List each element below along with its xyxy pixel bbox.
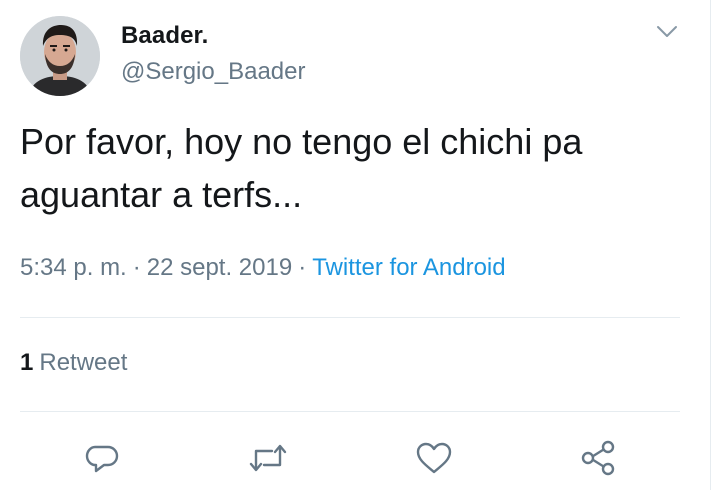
meta-separator: ·	[132, 254, 141, 281]
meta-separator: ·	[298, 254, 307, 281]
retweet-stats[interactable]: 1 Retweet	[20, 349, 127, 377]
reply-button[interactable]	[82, 438, 122, 478]
divider	[20, 317, 680, 318]
share-icon	[581, 440, 615, 476]
avatar[interactable]	[20, 16, 100, 96]
tweet-text-line: aguantar a terfs...	[20, 174, 303, 215]
user-handle[interactable]: @Sergio_Baader	[121, 58, 305, 86]
retweet-count: 1	[20, 349, 34, 376]
reply-icon	[85, 445, 119, 473]
share-button[interactable]	[578, 438, 618, 478]
divider	[20, 411, 680, 412]
tweet-card: Baader. @Sergio_Baader Por favor, hoy no…	[0, 0, 711, 490]
tweet-text: Por favor, hoy no tengo el chichi pa agu…	[20, 115, 690, 221]
retweet-icon	[249, 444, 287, 472]
action-bar	[0, 438, 711, 478]
retweet-label: Retweet	[39, 349, 128, 376]
profile-photo	[20, 16, 100, 96]
tweet-text-line: Por favor, hoy no tengo el chichi pa	[20, 121, 583, 162]
chevron-down-icon[interactable]	[656, 24, 678, 40]
tweet-date[interactable]: 22 sept. 2019	[147, 254, 292, 281]
display-name[interactable]: Baader.	[121, 22, 208, 50]
tweet-source-link[interactable]: Twitter for Android	[312, 254, 505, 281]
tweet-meta: 5:34 p. m. · 22 sept. 2019 · Twitter for And…	[20, 254, 506, 282]
like-icon	[416, 442, 452, 474]
tweet-time[interactable]: 5:34 p. m.	[20, 254, 127, 281]
retweet-button[interactable]	[248, 438, 288, 478]
like-button[interactable]	[414, 438, 454, 478]
